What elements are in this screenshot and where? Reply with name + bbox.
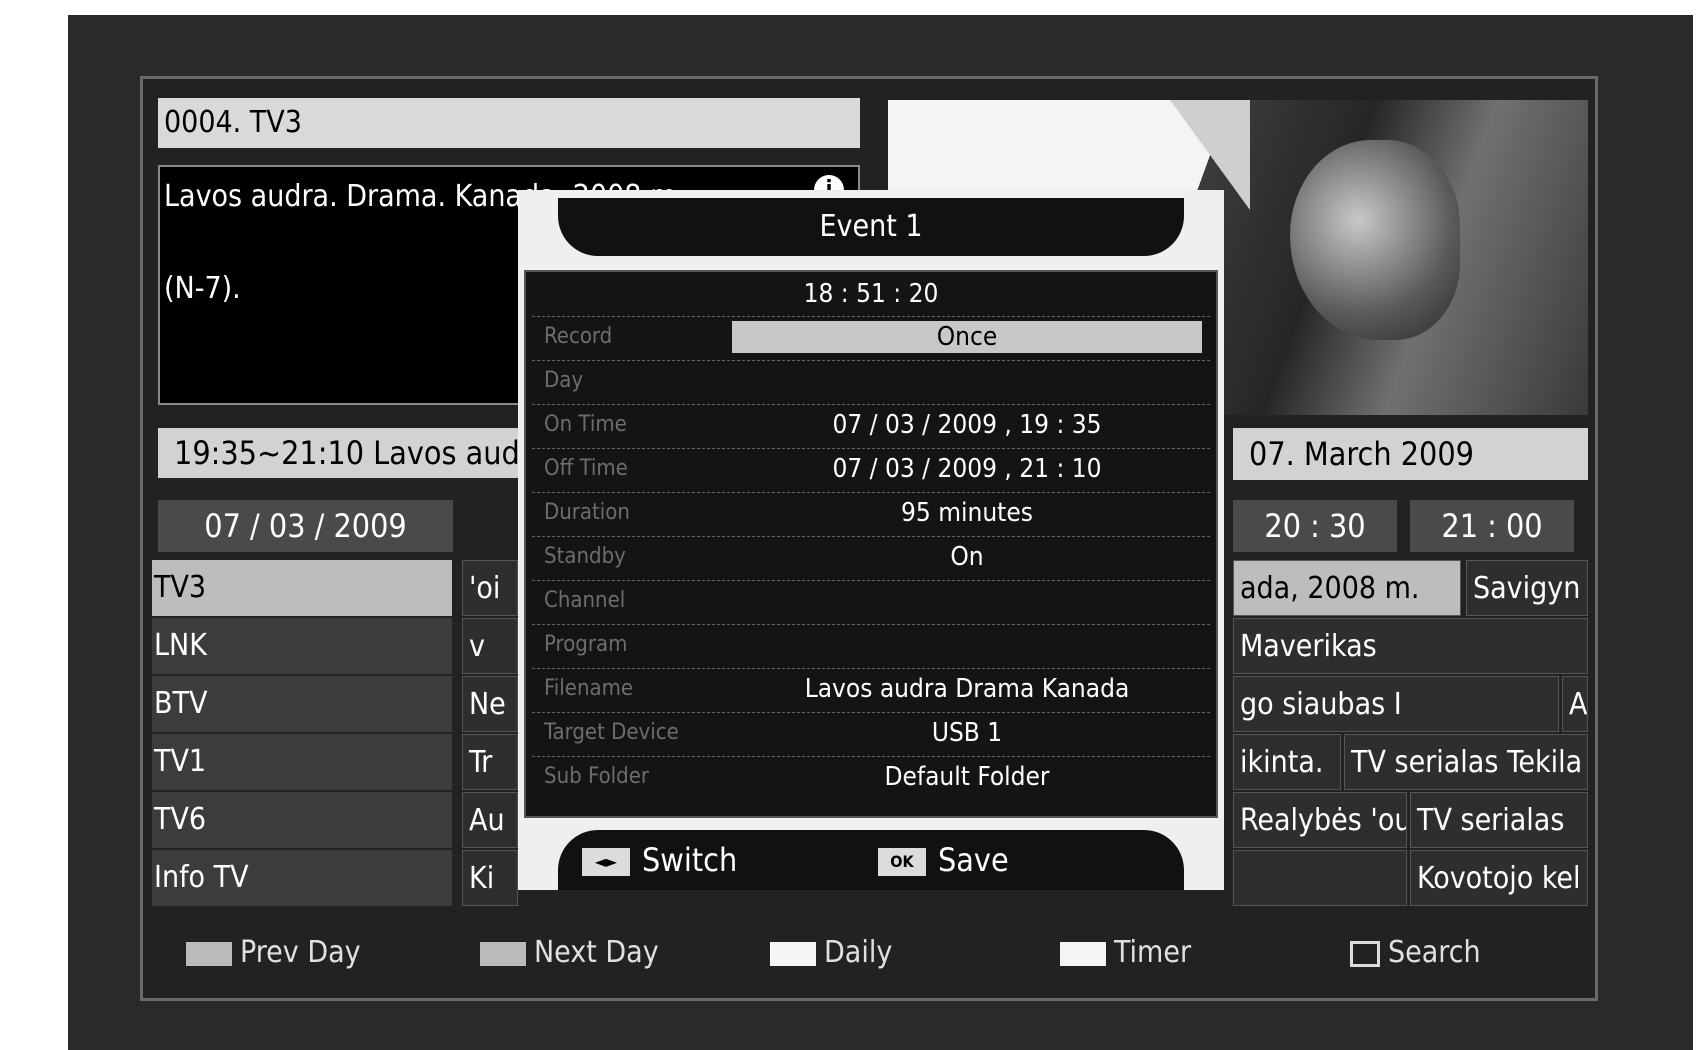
switch-key-icon: ◄► bbox=[582, 848, 630, 876]
sub-folder-label: Sub Folder bbox=[544, 764, 650, 789]
daily-label: Daily bbox=[824, 935, 893, 970]
target-device-label: Target Device bbox=[544, 720, 679, 745]
current-date-bar: 07. March 2009 bbox=[1233, 428, 1588, 480]
record-label: Record bbox=[544, 324, 613, 349]
program-cell[interactable]: TV serialas bbox=[1410, 792, 1588, 848]
search-icon bbox=[1350, 940, 1380, 967]
save-button[interactable]: OK Save bbox=[878, 838, 1009, 882]
program-cell[interactable]: TV serialas Tekila bbox=[1344, 734, 1588, 790]
dialog-actions: ◄► Switch OK Save bbox=[558, 830, 1184, 890]
dialog-body: 18 : 51 : 20 Record Once Day On Time 07 … bbox=[524, 270, 1218, 818]
description-line-2: (N-7). bbox=[164, 271, 241, 306]
timer-label: Timer bbox=[1114, 935, 1192, 970]
program-cell[interactable]: Savigyn bbox=[1466, 560, 1588, 616]
grid-date: 07 / 03 / 2009 bbox=[158, 500, 453, 552]
daily-button[interactable]: Daily bbox=[770, 930, 892, 976]
channel-row[interactable]: Channel bbox=[532, 580, 1210, 620]
program-cell[interactable]: Tr bbox=[462, 734, 518, 790]
event-dialog: Event 1 18 : 51 : 20 Record Once Day On … bbox=[518, 190, 1224, 890]
green-key-icon bbox=[480, 941, 526, 966]
on-time-value[interactable]: 07 / 03 / 2009 , 19 : 35 bbox=[732, 405, 1202, 445]
program-cell[interactable]: ada, 2008 m. bbox=[1233, 560, 1461, 616]
program-cell[interactable]: go siaubas I bbox=[1233, 676, 1559, 732]
day-label: Day bbox=[544, 368, 584, 393]
record-row[interactable]: Record Once bbox=[532, 316, 1210, 356]
prev-day-button[interactable]: Prev Day bbox=[186, 930, 361, 976]
red-key-icon bbox=[186, 941, 232, 966]
channel-row-btv[interactable]: BTV bbox=[152, 676, 452, 732]
filename-value[interactable]: Lavos audra Drama Kanada bbox=[732, 669, 1202, 709]
duration-label: Duration bbox=[544, 500, 630, 525]
program-cell[interactable]: v bbox=[462, 618, 518, 674]
program-cell[interactable]: Ki bbox=[462, 850, 518, 906]
program-label: Program bbox=[544, 632, 628, 657]
record-value[interactable]: Once bbox=[732, 321, 1202, 353]
on-time-row[interactable]: On Time 07 / 03 / 2009 , 19 : 35 bbox=[532, 404, 1210, 444]
switch-label: Switch bbox=[642, 841, 738, 879]
next-day-button[interactable]: Next Day bbox=[480, 930, 659, 976]
footer-bar: Prev Day Next Day Daily Timer Search bbox=[158, 918, 1588, 988]
channel-row-tv3[interactable]: TV3 bbox=[152, 560, 452, 616]
channel-row-tv6[interactable]: TV6 bbox=[152, 792, 452, 848]
target-device-row[interactable]: Target Device USB 1 bbox=[532, 712, 1210, 752]
program-row[interactable]: Program bbox=[532, 624, 1210, 664]
standby-label: Standby bbox=[544, 544, 626, 569]
program-cell[interactable]: A bbox=[1562, 676, 1588, 732]
on-time-label: On Time bbox=[544, 412, 627, 437]
target-device-value[interactable]: USB 1 bbox=[732, 713, 1202, 753]
channel-label: Channel bbox=[544, 588, 626, 613]
save-label: Save bbox=[938, 841, 1009, 879]
channel-row-lnk[interactable]: LNK bbox=[152, 618, 452, 674]
filename-label: Filename bbox=[544, 676, 634, 701]
channel-row-info-tv[interactable]: Info TV bbox=[152, 850, 452, 906]
search-button[interactable]: Search bbox=[1350, 930, 1481, 976]
program-cell[interactable]: Kovotojo kel bbox=[1410, 850, 1588, 906]
filename-row[interactable]: Filename Lavos audra Drama Kanada bbox=[532, 668, 1210, 708]
program-cell[interactable] bbox=[1233, 850, 1407, 906]
program-cell[interactable]: Au bbox=[462, 792, 518, 848]
sub-folder-value[interactable]: Default Folder bbox=[732, 757, 1202, 797]
channel-header: 0004. TV3 bbox=[158, 98, 860, 148]
blue-key-icon bbox=[1060, 941, 1106, 966]
day-row[interactable]: Day bbox=[532, 360, 1210, 400]
off-time-value[interactable]: 07 / 03 / 2009 , 21 : 10 bbox=[732, 449, 1202, 489]
standby-row[interactable]: Standby On bbox=[532, 536, 1210, 576]
sub-folder-row[interactable]: Sub Folder Default Folder bbox=[532, 756, 1210, 796]
search-label: Search bbox=[1388, 935, 1481, 970]
duration-value[interactable]: 95 minutes bbox=[732, 493, 1202, 533]
program-cell[interactable]: Ne bbox=[462, 676, 518, 732]
time-slot-2100: 21 : 00 bbox=[1410, 500, 1574, 552]
program-cell[interactable]: Realybės 'ou bbox=[1233, 792, 1407, 848]
current-time: 18 : 51 : 20 bbox=[803, 279, 939, 309]
switch-button[interactable]: ◄► Switch bbox=[582, 838, 737, 882]
ok-key-icon: OK bbox=[878, 848, 926, 876]
dialog-title: Event 1 bbox=[558, 198, 1184, 256]
off-time-label: Off Time bbox=[544, 456, 628, 481]
off-time-row[interactable]: Off Time 07 / 03 / 2009 , 21 : 10 bbox=[532, 448, 1210, 488]
channel-row-tv1[interactable]: TV1 bbox=[152, 734, 452, 790]
time-slot-2030: 20 : 30 bbox=[1233, 500, 1397, 552]
prev-day-label: Prev Day bbox=[240, 935, 361, 970]
yellow-key-icon bbox=[770, 941, 816, 966]
next-day-label: Next Day bbox=[534, 935, 659, 970]
duration-row[interactable]: Duration 95 minutes bbox=[532, 492, 1210, 532]
program-cell[interactable]: ikinta. bbox=[1233, 734, 1341, 790]
standby-value[interactable]: On bbox=[732, 537, 1202, 577]
program-time-bar: 19:35~21:10 Lavos audra bbox=[158, 428, 518, 478]
program-cell[interactable]: Maverikas bbox=[1233, 618, 1588, 674]
program-cell[interactable]: 'oi bbox=[462, 560, 518, 616]
timer-button[interactable]: Timer bbox=[1060, 930, 1191, 976]
